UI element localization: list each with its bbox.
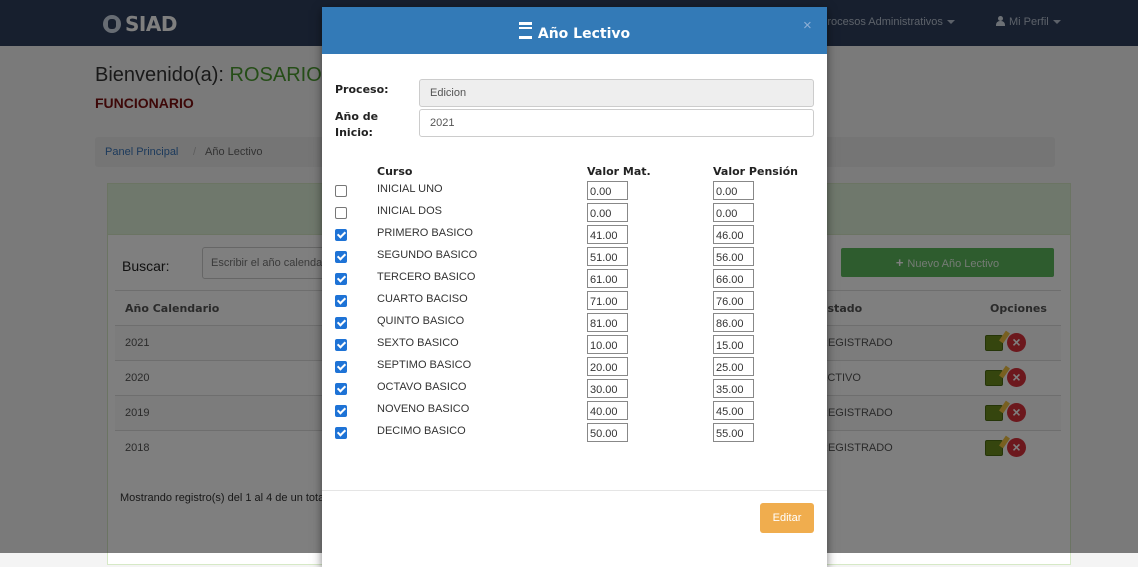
curso-row: CUARTO BACISO — [322, 291, 827, 313]
valor-mat-input[interactable] — [587, 247, 628, 266]
curso-checkbox[interactable] — [335, 339, 347, 351]
proceso-label: Proceso: — [335, 83, 389, 96]
anio-inicio-label-line2: Inicio: — [335, 126, 373, 139]
curso-row: INICIAL DOS — [322, 203, 827, 225]
curso-name: PRIMERO BASICO — [377, 227, 473, 239]
curso-name: INICIAL DOS — [377, 205, 442, 217]
curso-row: SEXTO BASICO — [322, 335, 827, 357]
modal-title: Año Lectivo — [322, 22, 827, 42]
curso-name: INICIAL UNO — [377, 183, 443, 195]
curso-checkbox[interactable] — [335, 295, 347, 307]
col-curso: Curso — [377, 165, 413, 178]
curso-checkbox[interactable] — [335, 361, 347, 373]
col-valor-pension: Valor Pensión — [713, 165, 798, 178]
valor-pension-input[interactable] — [713, 401, 754, 420]
valor-pension-input[interactable] — [713, 357, 754, 376]
valor-pension-input[interactable] — [713, 379, 754, 398]
modal-title-text: Año Lectivo — [537, 26, 631, 42]
curso-name: TERCERO BASICO — [377, 271, 476, 283]
valor-mat-input[interactable] — [587, 379, 628, 398]
valor-pension-input[interactable] — [713, 181, 754, 200]
anio-inicio-label-line1: Año de — [335, 110, 379, 123]
curso-row: SEGUNDO BASICO — [322, 247, 827, 269]
curso-checkbox[interactable] — [335, 207, 347, 219]
valor-mat-input[interactable] — [587, 203, 628, 222]
valor-pension-input[interactable] — [713, 291, 754, 310]
modal-footer-divider — [322, 490, 827, 491]
valor-pension-input[interactable] — [713, 269, 754, 288]
valor-mat-input[interactable] — [587, 181, 628, 200]
curso-name: SEGUNDO BASICO — [377, 249, 478, 261]
valor-mat-input[interactable] — [587, 357, 628, 376]
curso-name: CUARTO BACISO — [377, 293, 468, 305]
curso-name: QUINTO BASICO — [377, 315, 465, 327]
valor-mat-input[interactable] — [587, 225, 628, 244]
curso-checkbox[interactable] — [335, 229, 347, 241]
valor-pension-input[interactable] — [713, 313, 754, 332]
col-valor-mat: Valor Mat. — [587, 165, 651, 178]
valor-mat-input[interactable] — [587, 269, 628, 288]
curso-row: NOVENO BASICO — [322, 401, 827, 423]
valor-mat-input[interactable] — [587, 335, 628, 354]
curso-row: PRIMERO BASICO — [322, 225, 827, 247]
editar-button[interactable]: Editar — [760, 503, 814, 533]
valor-mat-input[interactable] — [587, 401, 628, 420]
valor-pension-input[interactable] — [713, 203, 754, 222]
anio-inicio-label: Año de Inicio: — [335, 109, 378, 141]
curso-row: SEPTIMO BASICO — [322, 357, 827, 379]
anio-lectivo-modal: Año Lectivo × Proceso: Año de Inicio: Cur… — [322, 7, 827, 567]
curso-checkbox[interactable] — [335, 251, 347, 263]
curso-checkbox[interactable] — [335, 185, 347, 197]
curso-row: OCTAVO BASICO — [322, 379, 827, 401]
valor-pension-input[interactable] — [713, 423, 754, 442]
close-icon[interactable]: × — [803, 17, 812, 34]
curso-name: DECIMO BASICO — [377, 425, 466, 437]
curso-checkbox[interactable] — [335, 427, 347, 439]
modal-header: Año Lectivo × — [322, 7, 827, 54]
curso-row: QUINTO BASICO — [322, 313, 827, 335]
table-icon — [518, 22, 532, 39]
valor-mat-input[interactable] — [587, 423, 628, 442]
curso-checkbox[interactable] — [335, 317, 347, 329]
valor-pension-input[interactable] — [713, 335, 754, 354]
curso-row: TERCERO BASICO — [322, 269, 827, 291]
curso-name: SEXTO BASICO — [377, 337, 459, 349]
curso-row: INICIAL UNO — [322, 181, 827, 203]
valor-mat-input[interactable] — [587, 291, 628, 310]
curso-checkbox[interactable] — [335, 383, 347, 395]
curso-row: DECIMO BASICO — [322, 423, 827, 445]
valor-pension-input[interactable] — [713, 247, 754, 266]
curso-checkbox[interactable] — [335, 405, 347, 417]
anio-inicio-field[interactable] — [419, 109, 814, 137]
valor-pension-input[interactable] — [713, 225, 754, 244]
curso-name: SEPTIMO BASICO — [377, 359, 472, 371]
proceso-field — [419, 79, 814, 107]
valor-mat-input[interactable] — [587, 313, 628, 332]
curso-checkbox[interactable] — [335, 273, 347, 285]
curso-name: OCTAVO BASICO — [377, 381, 467, 393]
curso-name: NOVENO BASICO — [377, 403, 470, 415]
